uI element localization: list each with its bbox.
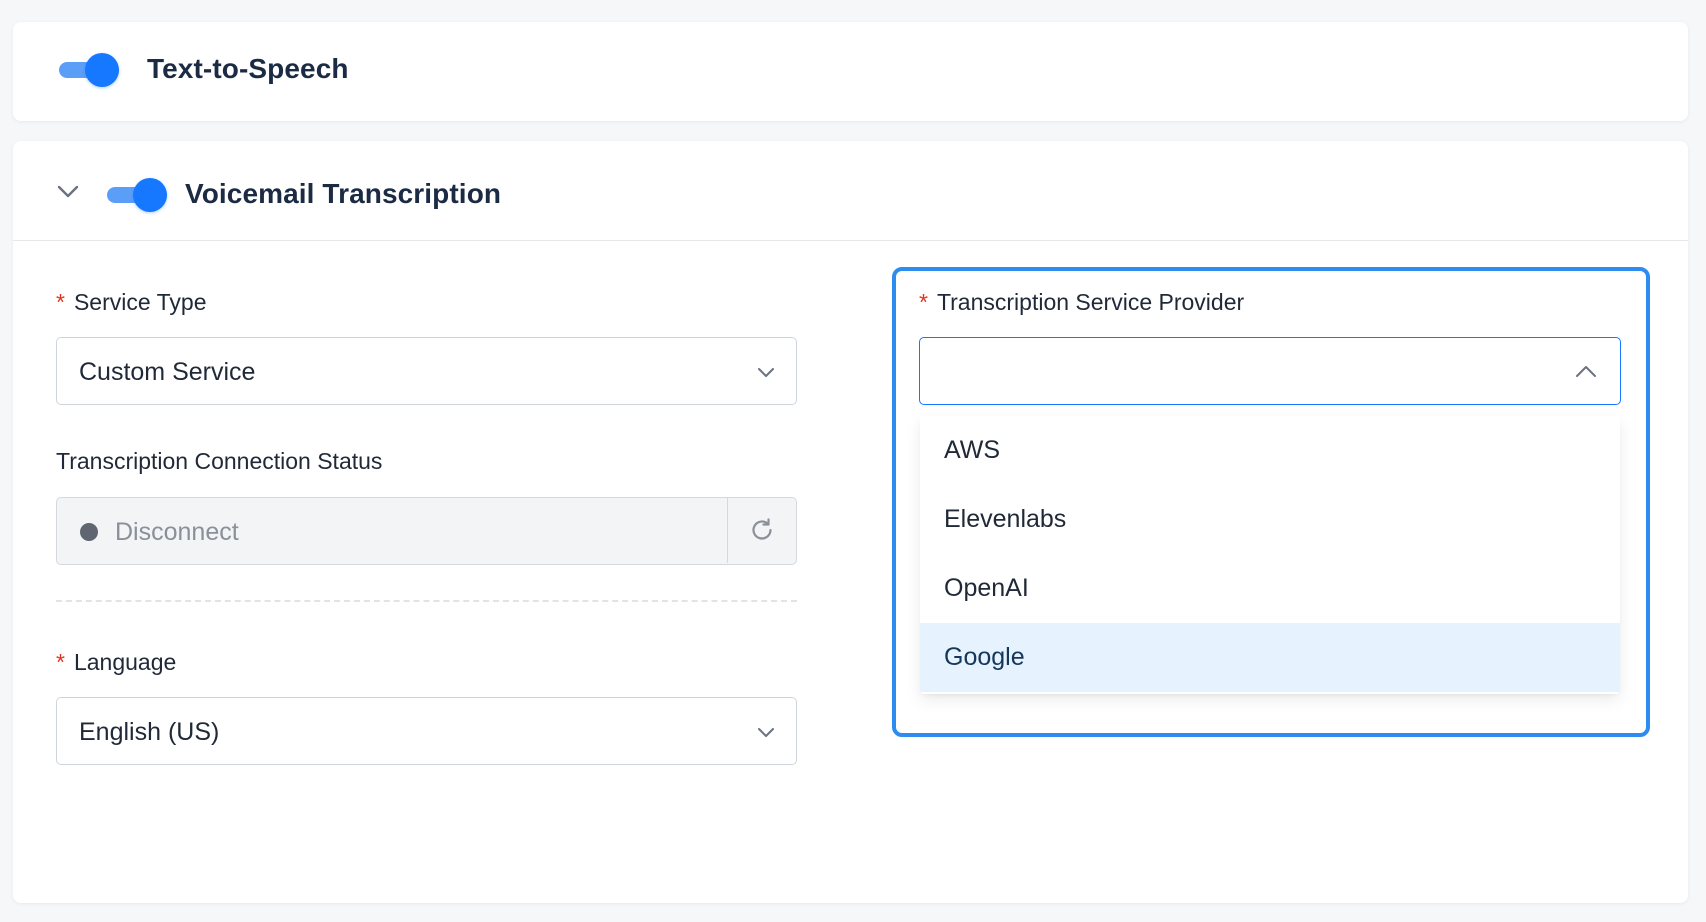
voicemail-card: Voicemail Transcription * Service Type Cu… bbox=[13, 141, 1688, 903]
voicemail-toggle[interactable] bbox=[107, 178, 167, 212]
language-value: English (US) bbox=[79, 718, 220, 746]
service-type-label: * Service Type bbox=[56, 289, 206, 316]
provider-option-aws[interactable]: AWS bbox=[920, 416, 1620, 485]
connection-status-value: Disconnect bbox=[115, 518, 239, 546]
provider-option-openai[interactable]: OpenAI bbox=[920, 554, 1620, 623]
provider-dropdown: AWS Elevenlabs OpenAI Google bbox=[920, 416, 1620, 694]
tts-title: Text-to-Speech bbox=[147, 53, 349, 84]
chevron-down-icon bbox=[758, 368, 774, 377]
status-dot-icon bbox=[80, 523, 98, 541]
language-select[interactable]: English (US) bbox=[56, 697, 797, 765]
refresh-button[interactable] bbox=[727, 498, 796, 563]
required-mark: * bbox=[56, 289, 65, 315]
provider-label-text: Transcription Service Provider bbox=[936, 289, 1245, 315]
provider-label: * Transcription Service Provider bbox=[919, 289, 1244, 316]
required-mark: * bbox=[56, 649, 65, 675]
voicemail-title: Voicemail Transcription bbox=[185, 178, 502, 209]
chevron-down-icon bbox=[758, 728, 774, 737]
section-divider bbox=[56, 600, 797, 602]
tts-card: Text-to-Speech bbox=[13, 22, 1688, 121]
tts-toggle[interactable] bbox=[59, 53, 119, 87]
provider-select[interactable] bbox=[919, 337, 1621, 405]
service-type-select[interactable]: Custom Service bbox=[56, 337, 797, 405]
chevron-down-icon[interactable] bbox=[54, 179, 82, 203]
chevron-up-icon bbox=[1576, 366, 1596, 377]
service-type-value: Custom Service bbox=[79, 358, 256, 386]
connection-status-field: Disconnect bbox=[56, 497, 797, 565]
connection-status-label: Transcription Connection Status bbox=[56, 448, 383, 474]
service-type-label-text: Service Type bbox=[73, 289, 207, 315]
refresh-icon bbox=[752, 518, 772, 540]
provider-option-google[interactable]: Google bbox=[920, 623, 1620, 692]
tts-toggle-knob bbox=[85, 53, 119, 87]
required-mark: * bbox=[919, 289, 928, 315]
header-divider bbox=[13, 240, 1688, 241]
language-label: * Language bbox=[56, 649, 176, 676]
language-label-text: Language bbox=[73, 649, 177, 675]
voicemail-toggle-knob bbox=[133, 178, 167, 212]
provider-option-elevenlabs[interactable]: Elevenlabs bbox=[920, 485, 1620, 554]
